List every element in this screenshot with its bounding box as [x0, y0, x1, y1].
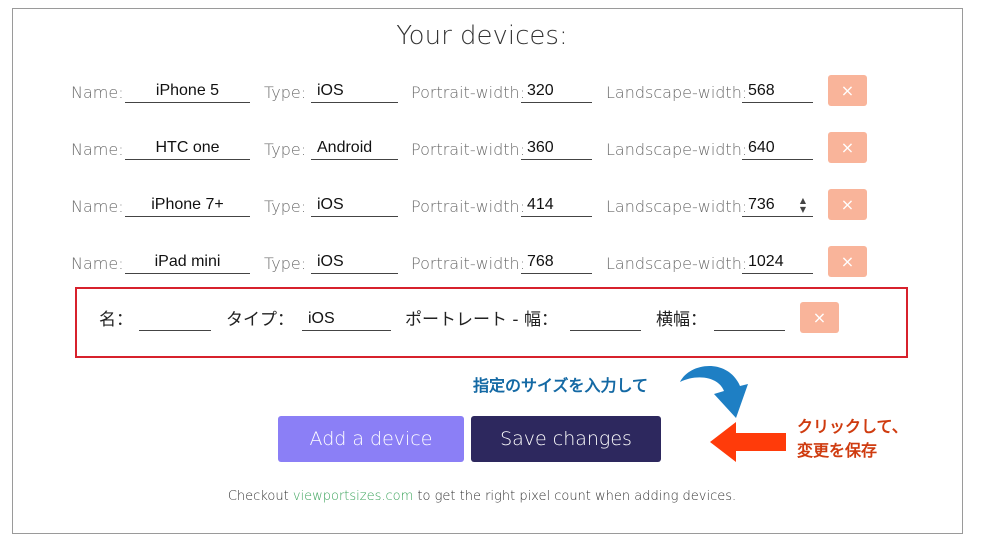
new-device-portrait-input[interactable] [570, 307, 641, 331]
save-note-line1: クリックして、 [797, 417, 908, 436]
device-name-input[interactable]: iPad mini [125, 250, 250, 274]
landscape-width-label: Landscape-width: [606, 197, 748, 216]
close-icon: × [840, 81, 855, 100]
curved-arrow-icon [680, 366, 748, 418]
device-type-input[interactable]: iOS [311, 193, 398, 217]
footer-after: to get the right pixel count when adding… [413, 489, 737, 504]
close-icon: × [840, 252, 855, 271]
stepper-up-icon[interactable]: ▲ [797, 196, 809, 205]
portrait-width-input[interactable]: 320 [521, 79, 592, 103]
type-label: Type: [264, 140, 307, 159]
type-label: タイプ： [226, 310, 294, 330]
save-note: クリックして、 変更を保存 [797, 415, 908, 463]
portrait-width-label: Portrait-width: [411, 83, 526, 102]
device-row: Name: iPad mini Type: iOS Portrait-width… [13, 246, 951, 280]
close-icon: × [840, 195, 855, 214]
remove-device-button[interactable]: × [828, 132, 867, 163]
portrait-width-input[interactable]: 414 [521, 193, 592, 217]
landscape-width-label: Landscape-width: [606, 140, 748, 159]
device-name-input[interactable]: iPhone 7+ [125, 193, 250, 217]
name-label: Name: [71, 254, 124, 273]
remove-device-button[interactable]: × [828, 75, 867, 106]
device-name-input[interactable]: HTC one [125, 136, 250, 160]
close-icon: × [812, 308, 827, 327]
landscape-width-input[interactable]: 568 [742, 79, 813, 103]
device-name-input[interactable]: iPhone 5 [125, 79, 250, 103]
name-label: Name: [71, 197, 124, 216]
remove-device-button[interactable]: × [800, 302, 839, 333]
new-device-type-input[interactable]: iOS [302, 307, 391, 331]
name-label: Name: [71, 83, 124, 102]
device-type-input[interactable]: iOS [311, 250, 398, 274]
landscape-width-input[interactable]: 1024 [742, 250, 813, 274]
new-device-landscape-input[interactable] [714, 307, 785, 331]
remove-device-button[interactable]: × [828, 189, 867, 220]
portrait-width-label: Portrait-width: [411, 140, 526, 159]
new-device-row: 名： タイプ： iOS ポートレート - 幅： 横幅： × [13, 302, 951, 336]
device-row: Name: HTC one Type: Android Portrait-wid… [13, 132, 951, 166]
devices-panel: Your devices: Name: iPhone 5 Type: iOS P… [12, 8, 963, 534]
landscape-width-label: Landscape-width: [606, 83, 748, 102]
portrait-width-input[interactable]: 768 [521, 250, 592, 274]
name-label: 名： [99, 310, 133, 330]
device-row: Name: iPhone 5 Type: iOS Portrait-width:… [13, 75, 951, 109]
viewportsizes-link[interactable]: viewportsizes.com [293, 489, 413, 504]
landscape-width-label: Landscape-width: [606, 254, 748, 273]
portrait-width-input[interactable]: 360 [521, 136, 592, 160]
hint-text: 指定のサイズを入力して [473, 376, 649, 395]
new-device-name-input[interactable] [139, 307, 211, 331]
stepper-down-icon[interactable]: ▼ [797, 205, 809, 214]
page-title: Your devices: [396, 21, 568, 51]
device-type-input[interactable]: Android [311, 136, 398, 160]
save-note-line2: 変更を保存 [797, 441, 878, 460]
remove-device-button[interactable]: × [828, 246, 867, 277]
number-stepper[interactable]: ▲ ▼ [797, 196, 809, 214]
close-icon: × [840, 138, 855, 157]
device-type-input[interactable]: iOS [311, 79, 398, 103]
portrait-width-label: ポートレート - 幅： [405, 310, 558, 330]
add-device-button[interactable]: Add a device [278, 416, 464, 462]
left-arrow-icon [710, 422, 786, 462]
portrait-width-label: Portrait-width: [411, 197, 526, 216]
portrait-width-label: Portrait-width: [411, 254, 526, 273]
landscape-width-input[interactable]: 640 [742, 136, 813, 160]
type-label: Type: [264, 197, 307, 216]
name-label: Name: [71, 140, 124, 159]
landscape-width-label: 横幅： [656, 310, 707, 330]
type-label: Type: [264, 83, 307, 102]
footer-before: Checkout [227, 489, 293, 504]
type-label: Type: [264, 254, 307, 273]
footer-text: Checkout viewportsizes.com to get the ri… [13, 489, 951, 504]
save-changes-button[interactable]: Save changes [471, 416, 661, 462]
device-row: Name: iPhone 7+ Type: iOS Portrait-width… [13, 189, 951, 223]
